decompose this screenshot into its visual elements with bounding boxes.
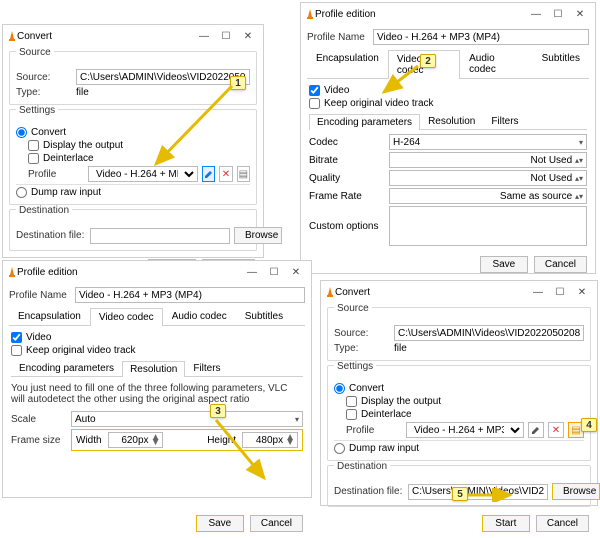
- maximize-button[interactable]: ☐: [263, 267, 285, 278]
- callout-1: 1: [230, 76, 246, 90]
- convert-window-1: Convert — ☐ ✕ Source Source: Type:file S…: [2, 24, 264, 258]
- tab-encapsulation[interactable]: Encapsulation: [307, 49, 388, 78]
- dump-radio[interactable]: [16, 187, 27, 198]
- close-button[interactable]: ✕: [571, 287, 593, 298]
- callout-4: 4: [581, 418, 597, 432]
- inner-tab-resolution[interactable]: Resolution: [420, 113, 483, 129]
- convert-radio[interactable]: [16, 127, 27, 138]
- bitrate-input[interactable]: Not Used ▴▾: [389, 152, 587, 168]
- deinterlace-check[interactable]: [346, 409, 357, 420]
- edit-profile-icon[interactable]: [202, 166, 215, 182]
- start-button[interactable]: Start: [482, 515, 530, 532]
- video-check[interactable]: [309, 85, 320, 96]
- titlebar: Convert — ☐ ✕: [3, 25, 263, 47]
- vlc-cone-icon: [305, 9, 315, 19]
- tab-subtitles[interactable]: Subtitles: [236, 307, 292, 325]
- dump-radio[interactable]: [334, 443, 345, 454]
- main-tabs: Encapsulation Video codec Audio codec Su…: [307, 49, 589, 79]
- close-button[interactable]: ✕: [285, 267, 307, 278]
- minimize-button[interactable]: —: [525, 9, 547, 20]
- window-title: Convert: [335, 287, 527, 298]
- delete-profile-icon[interactable]: ✕: [548, 422, 564, 438]
- keep-original-check[interactable]: [309, 98, 320, 109]
- destination-input[interactable]: [408, 484, 548, 500]
- tab-audio-codec[interactable]: Audio codec: [460, 49, 533, 78]
- inner-tab-encparam[interactable]: Encoding parameters: [11, 360, 122, 376]
- callout-5: 5: [452, 487, 468, 501]
- close-button[interactable]: ✕: [569, 9, 591, 20]
- vlc-cone-icon: [325, 287, 335, 297]
- close-button[interactable]: ✕: [237, 31, 259, 42]
- source-input[interactable]: [76, 69, 250, 85]
- inner-tab-filters[interactable]: Filters: [483, 113, 526, 129]
- source-group: Source Source: Type:file: [327, 307, 591, 361]
- titlebar: Convert — ☐ ✕: [321, 281, 597, 303]
- window-title: Convert: [17, 31, 193, 42]
- settings-group: Settings Convert Display the output Dein…: [9, 109, 257, 205]
- edit-profile-icon[interactable]: [528, 422, 544, 438]
- minimize-button[interactable]: —: [193, 31, 215, 42]
- save-button[interactable]: Save: [480, 256, 528, 273]
- tab-subtitles[interactable]: Subtitles: [533, 49, 589, 78]
- display-output-check[interactable]: [346, 396, 357, 407]
- video-check[interactable]: [11, 332, 22, 343]
- save-button[interactable]: Save: [196, 515, 244, 532]
- destination-group: Destination Destination file:Browse: [9, 209, 257, 251]
- inner-tab-encparam[interactable]: Encoding parameters: [309, 114, 420, 130]
- convert-radio[interactable]: [334, 383, 345, 394]
- inner-tab-resolution[interactable]: Resolution: [122, 361, 185, 377]
- tab-encapsulation[interactable]: Encapsulation: [9, 307, 90, 325]
- minimize-button[interactable]: —: [241, 267, 263, 278]
- inner-tabs: Encoding parameters Resolution Filters: [11, 360, 303, 377]
- source-group: Source Source: Type:file: [9, 51, 257, 105]
- profile-select[interactable]: Video - H.264 + MP3 (MP4): [88, 166, 198, 182]
- settings-group: Settings Convert Display the output Dein…: [327, 365, 591, 461]
- profile-name-input[interactable]: [75, 287, 305, 303]
- maximize-button[interactable]: ☐: [547, 9, 569, 20]
- type-value: file: [76, 87, 89, 98]
- titlebar: Profile edition — ☐ ✕: [3, 261, 311, 283]
- scale-select[interactable]: Auto▾: [71, 411, 303, 427]
- minimize-button[interactable]: —: [527, 287, 549, 298]
- source-input[interactable]: [394, 325, 584, 341]
- inner-tabs: Encoding parameters Resolution Filters: [309, 113, 587, 130]
- inner-tab-filters[interactable]: Filters: [185, 360, 228, 376]
- keep-original-check[interactable]: [11, 345, 22, 356]
- browse-button[interactable]: Browse: [552, 483, 600, 500]
- maximize-button[interactable]: ☐: [549, 287, 571, 298]
- tab-video-codec[interactable]: Video codec: [90, 308, 163, 326]
- browse-button[interactable]: Browse: [234, 227, 282, 244]
- new-profile-icon[interactable]: ▤: [237, 166, 250, 182]
- convert-window-2: Convert — ☐ ✕ Source Source: Type:file S…: [320, 280, 598, 506]
- resolution-hint: You just need to fill one of the three f…: [11, 381, 303, 409]
- cancel-button[interactable]: Cancel: [536, 515, 589, 532]
- framerate-input[interactable]: Same as source ▴▾: [389, 188, 587, 204]
- main-tabs: Encapsulation Video codec Audio codec Su…: [9, 307, 305, 326]
- callout-3: 3: [210, 404, 226, 418]
- cancel-button[interactable]: Cancel: [250, 515, 303, 532]
- width-input[interactable]: ▲▼: [108, 432, 164, 448]
- tab-audio-codec[interactable]: Audio codec: [163, 307, 236, 325]
- profile-window-encparam: Profile edition — ☐ ✕ Profile Name Encap…: [300, 2, 596, 274]
- profile-name-input[interactable]: [373, 29, 589, 45]
- window-title: Profile edition: [17, 267, 241, 278]
- display-output-check[interactable]: [28, 140, 39, 151]
- window-title: Profile edition: [315, 9, 525, 20]
- quality-input[interactable]: Not Used ▴▾: [389, 170, 587, 186]
- height-input[interactable]: ▲▼: [242, 432, 298, 448]
- deinterlace-check[interactable]: [28, 153, 39, 164]
- callout-2: 2: [420, 54, 436, 68]
- type-value: file: [394, 343, 407, 354]
- vlc-cone-icon: [7, 267, 17, 277]
- custom-options-input[interactable]: [389, 206, 587, 246]
- delete-profile-icon[interactable]: ✕: [219, 166, 232, 182]
- destination-input[interactable]: [90, 228, 230, 244]
- vlc-cone-icon: [7, 31, 17, 41]
- codec-select[interactable]: H-264▾: [389, 134, 587, 150]
- maximize-button[interactable]: ☐: [215, 31, 237, 42]
- profile-select[interactable]: Video - H.264 + MP3 (MP4): [406, 422, 524, 438]
- cancel-button[interactable]: Cancel: [534, 256, 587, 273]
- titlebar: Profile edition — ☐ ✕: [301, 3, 595, 25]
- profile-window-resolution: Profile edition — ☐ ✕ Profile Name Encap…: [2, 260, 312, 498]
